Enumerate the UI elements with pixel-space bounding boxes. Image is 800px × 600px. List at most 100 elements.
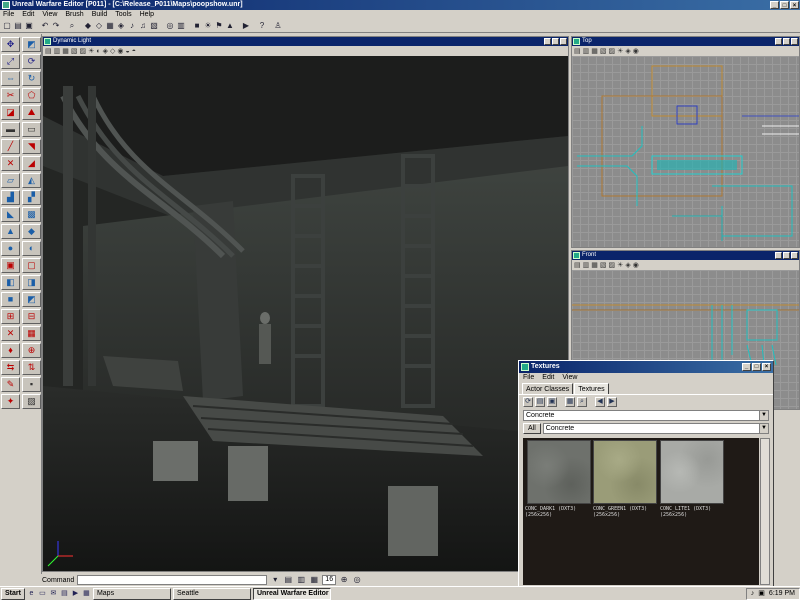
command-input[interactable]: [77, 575, 268, 585]
menu-tools[interactable]: Tools: [115, 10, 131, 20]
help-icon[interactable]: ?: [257, 21, 267, 31]
menu-edit[interactable]: Edit: [22, 10, 34, 20]
group-browser-icon[interactable]: ◇: [94, 21, 104, 31]
matinee-icon[interactable]: ▬: [1, 122, 20, 137]
paint-icon[interactable]: ✎: [1, 377, 20, 392]
show-selected-icon[interactable]: ⊞: [1, 309, 20, 324]
terrain-icon[interactable]: ⛰: [22, 105, 41, 120]
terrain-builder-icon[interactable]: ▩: [22, 207, 41, 222]
cube-builder-icon[interactable]: ✕: [1, 156, 20, 171]
sound-browser-icon[interactable]: ♪: [127, 21, 137, 31]
add-special-icon[interactable]: ◩: [22, 292, 41, 307]
viewport-close-button[interactable]: [791, 252, 798, 259]
textures-browser[interactable]: Textures _ □ × File Edit View Actor Clas…: [518, 360, 774, 590]
play-level-icon[interactable]: ▶: [241, 21, 251, 31]
ie-icon[interactable]: e: [27, 589, 36, 598]
add-brush-icon[interactable]: ▣: [1, 258, 20, 273]
textures-close-button[interactable]: ×: [762, 363, 771, 371]
next-icon[interactable]: ▶: [607, 397, 617, 407]
fog-icon[interactable]: ▥: [296, 575, 306, 585]
eye-icon[interactable]: ◒: [126, 48, 130, 55]
texture-pan-icon[interactable]: ⇔: [1, 71, 20, 86]
mirror-x-icon[interactable]: ⇆: [1, 360, 20, 375]
freehand-icon[interactable]: ◥: [22, 139, 41, 154]
grid-size-select[interactable]: 16: [322, 575, 337, 585]
open-package-icon[interactable]: ▤: [535, 397, 545, 407]
camera-move-icon[interactable]: ✥: [1, 37, 20, 52]
show-actors-icon[interactable]: ◈: [625, 261, 630, 269]
grid-icon[interactable]: ▦: [309, 575, 319, 585]
tab-textures[interactable]: Textures: [574, 383, 609, 394]
curved-stair-icon[interactable]: ◣: [1, 207, 20, 222]
perspective-render[interactable]: [43, 56, 568, 571]
show-paths-icon[interactable]: ◇: [110, 47, 115, 55]
sphere-builder-icon[interactable]: ◆: [22, 224, 41, 239]
polygon-icon[interactable]: ⬠: [22, 88, 41, 103]
actor-icon[interactable]: ♙: [273, 21, 283, 31]
textures-title-bar[interactable]: Textures _ □ ×: [519, 361, 773, 373]
realtime-icon[interactable]: ◉: [633, 261, 639, 269]
viewport-header[interactable]: Dynamic Light: [43, 37, 568, 46]
texture-browser-icon[interactable]: ▦: [105, 21, 115, 31]
build-paths-icon[interactable]: ⚑: [214, 21, 224, 31]
outlook-icon[interactable]: ✉: [49, 589, 58, 598]
texture-rotate-icon[interactable]: ↻: [22, 71, 41, 86]
textures-minimize-button[interactable]: _: [742, 363, 751, 371]
brush-clip-icon[interactable]: ✂: [1, 88, 20, 103]
zone-icon[interactable]: ▥: [583, 261, 590, 269]
cylinder-builder-icon[interactable]: ▱: [1, 173, 20, 188]
top-view-grid[interactable]: [572, 56, 799, 247]
viewport-minimize-button[interactable]: [775, 252, 782, 259]
subtract-brush-icon[interactable]: ▢: [22, 258, 41, 273]
rotate-icon[interactable]: ⟳: [22, 54, 41, 69]
snap-icon[interactable]: ✦: [1, 394, 20, 409]
invert-selection-icon[interactable]: ▦: [22, 326, 41, 341]
dynamic-light-icon[interactable]: ☀: [617, 261, 623, 269]
tetra-builder-icon[interactable]: ●: [1, 241, 20, 256]
viewport-header[interactable]: Front: [572, 251, 799, 260]
vertex-edit-icon[interactable]: ◩: [22, 37, 41, 52]
intersect-icon[interactable]: ◧: [1, 275, 20, 290]
lathe-icon[interactable]: ◐: [22, 241, 41, 256]
mesh-browser-icon[interactable]: ◈: [116, 21, 126, 31]
bsp-cuts-icon[interactable]: ▧: [600, 47, 607, 55]
texture-thumbnail[interactable]: [593, 440, 657, 504]
textures-maximize-button[interactable]: □: [752, 363, 761, 371]
build-geometry-icon[interactable]: ■: [192, 21, 202, 31]
search-texture-icon[interactable]: ⌕: [577, 397, 587, 407]
face-drag-icon[interactable]: ◪: [1, 105, 20, 120]
texture-thumbnail[interactable]: [660, 440, 724, 504]
grid-toggle-icon[interactable]: ▨: [22, 394, 41, 409]
surface-properties-icon[interactable]: ▥: [176, 21, 186, 31]
tab-actor-classes[interactable]: Actor Classes: [522, 383, 574, 394]
chevron-down-icon[interactable]: ▼: [759, 424, 768, 433]
viewport-perspective[interactable]: Dynamic Light ▤ ▥ ▦ ▧ ▨ ☀ ◐ ◈ ◇ ◉ ◒ ◓: [42, 36, 569, 572]
menu-brush[interactable]: Brush: [65, 10, 83, 20]
new-icon[interactable]: ▢: [2, 21, 12, 31]
task-seattle[interactable]: Seattle: [172, 587, 251, 600]
viewport-close-button[interactable]: [560, 38, 567, 45]
package-select[interactable]: Concrete ▼: [523, 410, 769, 421]
maximize-button[interactable]: □: [780, 1, 789, 9]
mirror-y-icon[interactable]: ⇅: [22, 360, 41, 375]
redo-icon[interactable]: ↷: [51, 21, 61, 31]
show-actors-icon[interactable]: ◈: [625, 47, 630, 55]
bsp-cuts-icon[interactable]: ▧: [71, 47, 78, 55]
start-button[interactable]: Start: [1, 587, 25, 600]
wireframe-icon[interactable]: ▤: [45, 47, 52, 55]
prefab-browser-icon[interactable]: ▧: [149, 21, 159, 31]
undo-icon[interactable]: ↶: [40, 21, 50, 31]
textured-icon[interactable]: ▨: [609, 261, 616, 269]
actor-browser-icon[interactable]: ◆: [83, 21, 93, 31]
build-all-icon[interactable]: ▲: [225, 21, 235, 31]
chevron-down-icon[interactable]: ▾: [270, 575, 280, 585]
texture-properties-icon[interactable]: ▦: [565, 397, 575, 407]
team-play-icon[interactable]: ♦: [1, 343, 20, 358]
save-package-icon[interactable]: ▣: [547, 397, 557, 407]
realtime-icon[interactable]: ◉: [117, 47, 123, 55]
textures-menu-edit[interactable]: Edit: [542, 373, 554, 383]
viewport-minimize-button[interactable]: [775, 38, 782, 45]
network-icon[interactable]: ▣: [758, 589, 765, 599]
viewport-minimize-button[interactable]: [544, 38, 551, 45]
minimize-button[interactable]: _: [770, 1, 779, 9]
